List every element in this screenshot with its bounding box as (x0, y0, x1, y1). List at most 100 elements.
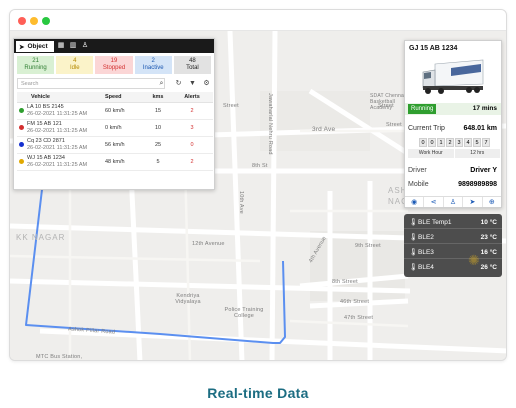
odometer-digit: 4 (464, 138, 472, 147)
work-hour-row: Work Hour 12 hrs (408, 149, 500, 158)
share-icon[interactable]: ⋖ (424, 197, 444, 207)
map-label: 8th St (252, 163, 268, 169)
vehicle-alerts[interactable]: 0 (171, 136, 213, 154)
stat-stopped[interactable]: 19 Stopped (95, 56, 133, 74)
search-input[interactable]: Search (17, 78, 165, 89)
map-label: KK NAGAR (16, 233, 66, 242)
building-icon[interactable]: ▦ (56, 41, 66, 51)
column-header[interactable]: Vehicle (17, 92, 103, 103)
column-header[interactable]: Speed (103, 92, 145, 103)
stat-count: 19 (110, 58, 118, 64)
minimize-window-dot[interactable] (30, 17, 38, 25)
page-caption: Real-time Data (207, 385, 309, 401)
person-icon[interactable]: ♙ (444, 197, 464, 207)
sensor-row: 🌡︎ BLE4 26 °C (404, 261, 502, 274)
map-label: Police Training College (224, 307, 264, 319)
stat-count: 48 (189, 58, 196, 64)
sensor-value: 23 °C (480, 234, 497, 241)
table-row[interactable]: Cq 23 CD 2871 26-02-2021 11:31:25 AM 56 k… (17, 136, 213, 154)
vehicle-name: WJ 15 AB 1234 (27, 154, 65, 161)
column-header[interactable]: Alerts (171, 92, 213, 103)
thermometer-icon: 🌡︎ (409, 234, 418, 241)
refresh-icon[interactable]: ↻ (173, 78, 184, 89)
vehicle-alerts[interactable]: 2 (171, 102, 213, 120)
map-label: MTC Bus Station, (36, 354, 83, 360)
settings-icon[interactable]: ⚙ (201, 78, 212, 89)
work-hour-value: 12 hrs (454, 149, 500, 158)
maximize-window-dot[interactable] (42, 17, 50, 25)
map-label: 46th Street (340, 299, 370, 305)
vehicle-timestamp: 26-02-2021 11:31:25 AM (27, 110, 88, 117)
mobile-value: 9898989898 (458, 181, 497, 188)
vehicle-kms: 25 (145, 136, 171, 154)
person-icon[interactable]: ♙ (80, 41, 90, 51)
window-titlebar (10, 10, 506, 31)
navigation-icon: ➤ (19, 43, 25, 51)
odometer: 0 0 1 2 3 4 5 7 (419, 138, 490, 147)
sensor-value: 10 °C (480, 219, 497, 226)
status-dot (19, 125, 24, 130)
stat-running[interactable]: 21 Running (17, 56, 55, 74)
stat-idle[interactable]: 4 Idle (56, 56, 94, 74)
vehicle-alerts[interactable]: 2 (171, 153, 213, 171)
vehicle-speed: 48 km/h (103, 153, 145, 171)
stat-inactive[interactable]: 2 Inactive (134, 56, 172, 74)
sensor-value: 26 °C (480, 264, 497, 271)
thermometer-icon: 🌡︎ (409, 264, 418, 271)
object-panel-tabs: ➤ Object ▦ ▥ ♙ (14, 39, 214, 53)
stat-count: 4 (73, 58, 77, 64)
sensor-name: BLE2 (418, 234, 434, 241)
close-window-dot[interactable] (18, 17, 26, 25)
thermometer-icon: 🌡︎ (409, 249, 418, 256)
status-summary: 21 Running 4 Idle 19 Stopped 2 Inactive … (14, 53, 214, 76)
map-label: Kendriya Vidyalaya (175, 293, 201, 305)
sun-icon: ✺ (468, 252, 480, 268)
stat-count: 2 (151, 58, 155, 64)
odometer-digit: 0 (419, 138, 427, 147)
tab-object[interactable]: ➤ Object (16, 41, 54, 52)
odometer-digit: 0 (428, 138, 436, 147)
stat-total[interactable]: 48 Total (173, 56, 212, 74)
table-row[interactable]: WJ 15 AB 1234 26-02-2021 11:31:25 AM 48 k… (17, 153, 213, 171)
current-trip-value: 648.01 km (463, 125, 497, 132)
vehicle-actions: ◉ ⋖ ♙ ➤ ⊕ (405, 196, 501, 207)
status-row: Running 17 mins (405, 103, 501, 115)
table-row[interactable]: FM 15 AB 121 26-02-2021 11:31:25 AM 0 km/… (17, 119, 213, 137)
zoom-icon[interactable]: ⊕ (483, 197, 501, 207)
map-label: Street (386, 122, 402, 128)
vehicle-timestamp: 26-02-2021 11:31:25 AM (27, 144, 88, 151)
vehicle-name: LA 10 BS 2145 (27, 103, 64, 110)
search-row: Search ⌕ ↻ ▼ ⚙ (17, 78, 211, 90)
status-duration: 17 mins (472, 105, 497, 112)
navigate-icon[interactable]: ➤ (463, 197, 483, 207)
map-label: 3rd Ave (312, 126, 336, 133)
vehicle-plate: GJ 15 AB 1234 (409, 45, 458, 52)
grid-icon[interactable]: ▥ (68, 41, 78, 51)
driver-label: Driver (408, 167, 427, 174)
stat-label: Running (24, 65, 47, 71)
truck-image (422, 59, 484, 94)
object-panel: ➤ Object ▦ ▥ ♙ 21 Running 4 Idle 19 Stop… (13, 38, 215, 190)
sensor-row: 🌡︎ BLE2 23 °C (404, 231, 502, 244)
sensor-panel: 🌡︎ BLE Temp1 10 °C 🌡︎ BLE2 23 °C 🌡︎ BLE3… (404, 214, 502, 277)
vehicle-kms: 5 (145, 153, 171, 171)
vehicle-detail-card: GJ 15 AB 1234 Running 17 mins Current Tr… (404, 40, 502, 208)
status-badge: Running (408, 104, 437, 114)
search-icon[interactable]: ⌕ (156, 78, 167, 89)
filter-icon[interactable]: ▼ (187, 78, 198, 89)
map-label: Street (378, 103, 394, 109)
stat-count: 21 (32, 58, 39, 64)
eye-icon[interactable]: ◉ (405, 197, 425, 207)
vehicle-speed: 60 km/h (103, 102, 145, 120)
status-dot (19, 159, 24, 164)
vehicle-alerts[interactable]: 3 (171, 119, 213, 137)
map-label: 8th Street (332, 279, 358, 285)
map-label: 12th Avenue (192, 241, 225, 247)
sensor-name: BLE3 (418, 249, 434, 256)
vehicle-kms: 15 (145, 102, 171, 120)
column-header[interactable]: kms (145, 92, 171, 103)
vehicle-speed: 0 km/h (103, 119, 145, 137)
mobile-label: Mobile (408, 181, 429, 188)
table-row[interactable]: LA 10 BS 2145 26-02-2021 11:31:25 AM 60 k… (17, 102, 213, 120)
stat-label: Total (186, 65, 199, 71)
